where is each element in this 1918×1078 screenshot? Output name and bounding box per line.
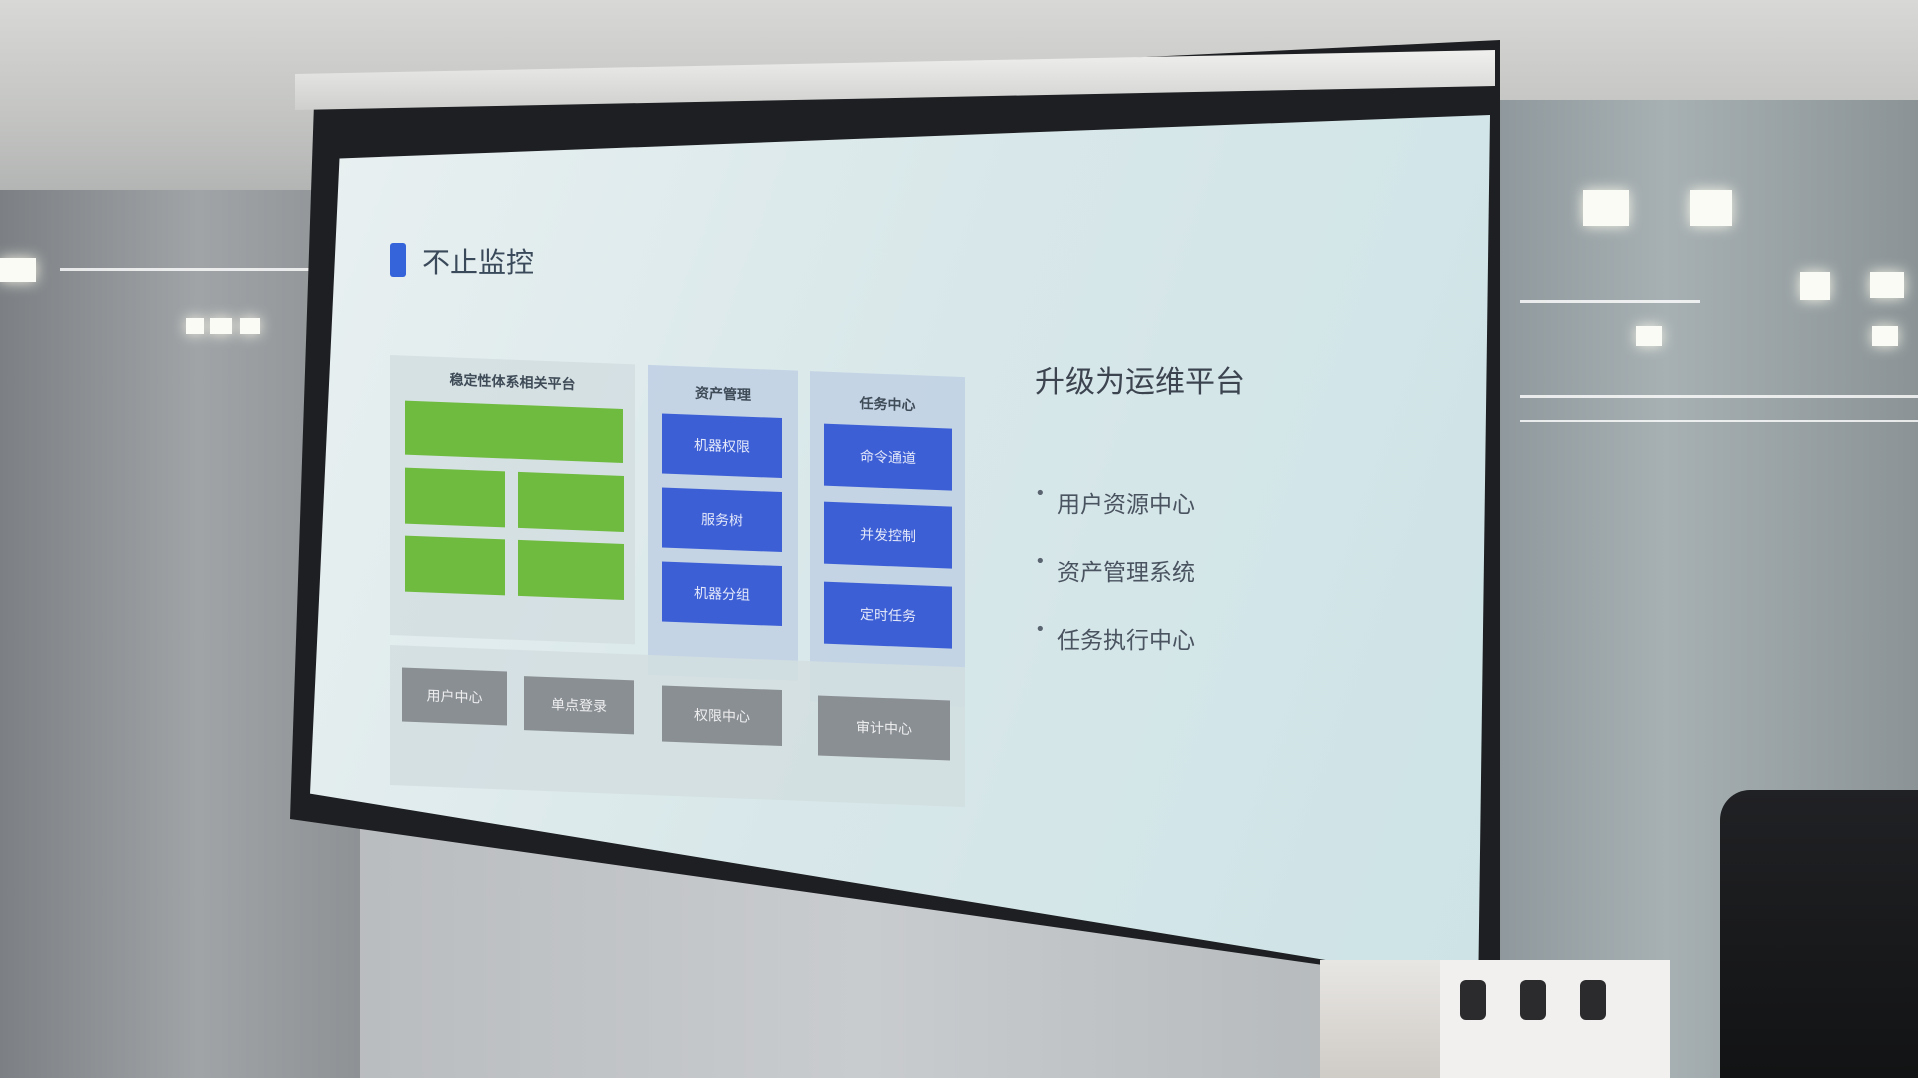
presentation-slide: 不止监控 稳定性体系相关平台 资产管理 任务中心 机器权限 服务树 机器分组 命…: [310, 115, 1490, 985]
bullet-item: 用户资源中心: [1035, 483, 1195, 519]
camera-box-graphic: [1580, 980, 1606, 1020]
architecture-diagram: 稳定性体系相关平台 资产管理 任务中心 机器权限 服务树 机器分组 命令通道 并…: [390, 355, 970, 817]
glass-reflection-line: [60, 268, 340, 271]
green-tile: [405, 467, 505, 528]
green-tile: [518, 471, 624, 532]
gray-tile-user-center: 用户中心: [402, 667, 507, 726]
product-boxes: [1440, 960, 1670, 1078]
blue-tile-machine-group: 机器分组: [662, 561, 782, 627]
glass-reflection-line: [1520, 395, 1918, 398]
office-chair: [1720, 790, 1918, 1078]
blue-tile-service-tree: 服务树: [662, 487, 782, 553]
ceiling-light: [1872, 326, 1898, 346]
upgrade-heading: 升级为运维平台: [1035, 365, 1245, 400]
green-tile: [405, 400, 623, 463]
blue-tile-machine-permission: 机器权限: [662, 413, 782, 479]
ceiling-light: [1870, 272, 1904, 298]
gray-tile-sso: 单点登录: [524, 676, 634, 735]
glass-reflection-line: [1520, 300, 1700, 303]
green-tile: [405, 535, 505, 596]
glass-reflection-line: [1520, 420, 1918, 422]
camera-box-graphic: [1460, 980, 1486, 1020]
ceiling-light: [240, 318, 260, 334]
bullet-list: 用户资源中心 资产管理系统 任务执行中心: [1035, 483, 1195, 689]
blue-tile-concurrency-control: 并发控制: [824, 501, 952, 569]
ceiling-light: [210, 318, 232, 334]
gray-tile-audit-center: 审计中心: [818, 695, 950, 761]
ceiling-light: [1583, 190, 1629, 226]
camera-box-graphic: [1520, 980, 1546, 1020]
ceiling-light: [186, 318, 204, 334]
bullet-item: 资产管理系统: [1035, 551, 1195, 587]
blue-tile-scheduled-task: 定时任务: [824, 581, 952, 649]
gray-tile-permission-center: 权限中心: [662, 685, 782, 747]
blue-tile-command-channel: 命令通道: [824, 423, 952, 491]
slide-title: 不止监控: [422, 246, 535, 279]
ceiling-light: [0, 258, 36, 282]
title-marker-icon: [390, 243, 406, 277]
ceiling-light: [1636, 326, 1662, 346]
bullet-item: 任务执行中心: [1035, 619, 1195, 655]
ceiling-light: [1690, 190, 1732, 226]
green-tile: [518, 539, 624, 600]
ceiling-light: [1800, 272, 1830, 300]
